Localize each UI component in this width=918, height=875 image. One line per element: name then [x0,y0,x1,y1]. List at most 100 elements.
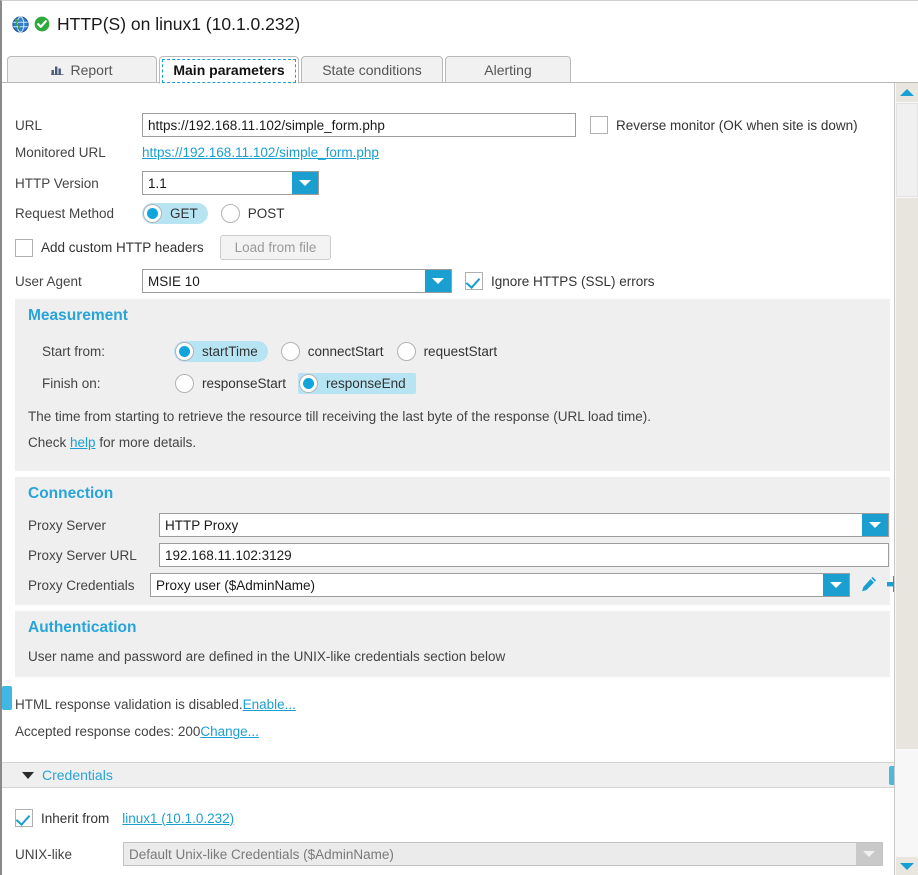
monitored-url-link[interactable]: https://192.168.11.102/simple_form.php [142,145,379,160]
radio-dot-icon [175,342,194,361]
request-method-post-radio[interactable]: POST [220,203,295,224]
credentials-section-title: Credentials [42,767,113,783]
radio-dot-icon [220,204,240,223]
radio-dot-icon [396,342,416,361]
tab-report[interactable]: Report [7,56,157,83]
request-method-post-label: POST [247,206,285,221]
measurement-help-suffix: for more details. [95,435,197,450]
scrollbar-thumb[interactable] [896,103,918,197]
authentication-title: Authentication [28,619,137,636]
credentials-section-header[interactable]: Credentials [2,762,896,788]
finish-on-responseend-label: responseEnd [326,376,406,391]
authentication-section: Authentication User name and password ar… [15,611,890,677]
proxy-server-url-input[interactable]: 192.168.11.102:3129 [159,543,889,567]
load-from-file-button[interactable]: Load from file [219,235,332,260]
ignore-ssl-errors-label: Ignore HTTPS (SSL) errors [491,273,655,289]
http-version-value: 1.1 [148,175,167,191]
html-validation-row: HTML response validation is disabled. En… [15,697,296,712]
unix-like-select[interactable]: Default Unix-like Credentials ($AdminNam… [123,842,883,866]
proxy-server-select[interactable]: HTTP Proxy [159,513,889,537]
proxy-server-url-value: 192.168.11.102:3129 [165,547,292,563]
tab-alerting[interactable]: Alerting [445,56,571,83]
user-agent-value: MSIE 10 [148,273,200,289]
tab-main-parameters[interactable]: Main parameters [159,56,299,84]
start-from-connectstart-radio[interactable]: connectStart [280,341,394,362]
scroll-down-arrow-icon[interactable] [896,857,918,875]
chevron-down-icon[interactable] [823,574,849,596]
add-custom-headers-label: Add custom HTTP headers [41,240,204,255]
start-from-requeststart-label: requestStart [423,344,498,359]
start-from-requeststart-radio[interactable]: requestStart [396,341,508,362]
measurement-help-prefix: Check [28,435,71,450]
inherit-from-link[interactable]: linux1 (10.1.0.232) [122,811,234,826]
request-method-row: Request Method GET POST [15,203,295,224]
tab-alerting-label: Alerting [484,61,532,78]
chevron-down-icon[interactable] [856,843,882,865]
user-agent-select[interactable]: MSIE 10 [142,269,452,293]
start-from-starttime-label: startTime [202,344,258,359]
url-input-value: https://192.168.11.102/simple_form.php [148,117,385,133]
monitored-url-row: Monitored URL https://192.168.11.102/sim… [15,145,379,160]
measurement-section: Measurement Start from: startTime connec… [15,299,890,471]
reverse-monitor-checkbox[interactable] [590,116,608,134]
resize-handle[interactable] [2,686,12,710]
tab-main-parameters-label: Main parameters [173,62,285,78]
custom-headers-row: Add custom HTTP headers Load from file [15,235,332,260]
pencil-edit-icon[interactable] [860,575,878,596]
finish-on-responseend-radio[interactable]: responseEnd [298,373,416,394]
monitored-url-label: Monitored URL [15,145,106,160]
scroll-up-arrow-icon[interactable] [896,83,918,102]
proxy-credentials-select[interactable]: Proxy user ($AdminName) [150,573,850,597]
change-codes-link[interactable]: Change... [200,724,259,739]
http-monitor-properties-window: HTTP(S) on linux1 (10.1.0.232) Report Ma… [0,0,918,875]
globe-icon [12,15,29,33]
http-version-select[interactable]: 1.1 [142,171,319,195]
chevron-down-icon[interactable] [425,270,451,292]
tab-state-conditions[interactable]: State conditions [301,56,443,83]
authentication-note: User name and password are defined in th… [28,649,506,664]
proxy-server-value: HTTP Proxy [165,517,239,533]
url-label: URL [15,117,43,133]
radio-dot-icon [175,374,194,393]
tab-bar: Report Main parameters State conditions … [2,56,918,84]
chevron-down-icon[interactable] [862,514,888,536]
finish-on-row: Finish on: responseStart responseEnd [42,373,416,394]
main-parameters-panel: URL https://192.168.11.102/simple_form.p… [2,83,896,758]
help-link[interactable]: help [70,435,96,450]
accepted-codes-row: Accepted response codes: 200 Change... [15,724,259,739]
html-validation-text: HTML response validation is disabled. [15,697,243,712]
window-titlebar: HTTP(S) on linux1 (10.1.0.232) [2,1,918,47]
enable-validation-link[interactable]: Enable... [243,697,296,712]
accepted-codes-text: Accepted response codes: 200 [15,724,201,739]
page-title: HTTP(S) on linux1 (10.1.0.232) [57,13,301,34]
green-check-circle-icon [34,16,50,32]
measurement-title: Measurement [28,307,128,324]
tab-state-conditions-label: State conditions [322,61,422,78]
finish-on-label: Finish on: [42,376,101,391]
start-from-label: Start from: [42,344,106,359]
request-method-get-label: GET [170,206,198,221]
scrollbar-track[interactable] [896,198,918,749]
radio-dot-icon [299,374,319,393]
chevron-down-icon[interactable] [292,172,318,194]
start-from-connectstart-label: connectStart [307,344,384,359]
proxy-credentials-row: Proxy Credentials Proxy user ($AdminName… [28,573,896,597]
request-method-get-radio[interactable]: GET [142,203,208,224]
ignore-ssl-errors-checkbox[interactable] [465,272,483,290]
connection-section: Connection Proxy Server HTTP Proxy Proxy… [15,477,896,605]
finish-on-responsestart-label: responseStart [202,376,287,391]
finish-on-responsestart-radio[interactable]: responseStart [174,373,296,394]
bar-chart-icon [51,62,65,78]
start-from-row: Start from: startTime connectStart reque… [42,341,507,362]
http-version-label: HTTP Version [15,175,99,191]
inherit-from-checkbox[interactable] [15,809,33,827]
url-input[interactable]: https://192.168.11.102/simple_form.php [142,113,576,137]
connection-title: Connection [28,485,114,502]
measurement-help-line: Check help for more details. [28,435,196,450]
caret-down-icon[interactable] [22,771,34,779]
start-from-starttime-radio[interactable]: startTime [174,341,268,362]
vertical-scrollbar[interactable] [894,83,918,875]
add-custom-headers-checkbox[interactable] [15,238,33,257]
user-agent-label: User Agent [15,273,82,289]
unix-like-label: UNIX-like [15,846,73,862]
